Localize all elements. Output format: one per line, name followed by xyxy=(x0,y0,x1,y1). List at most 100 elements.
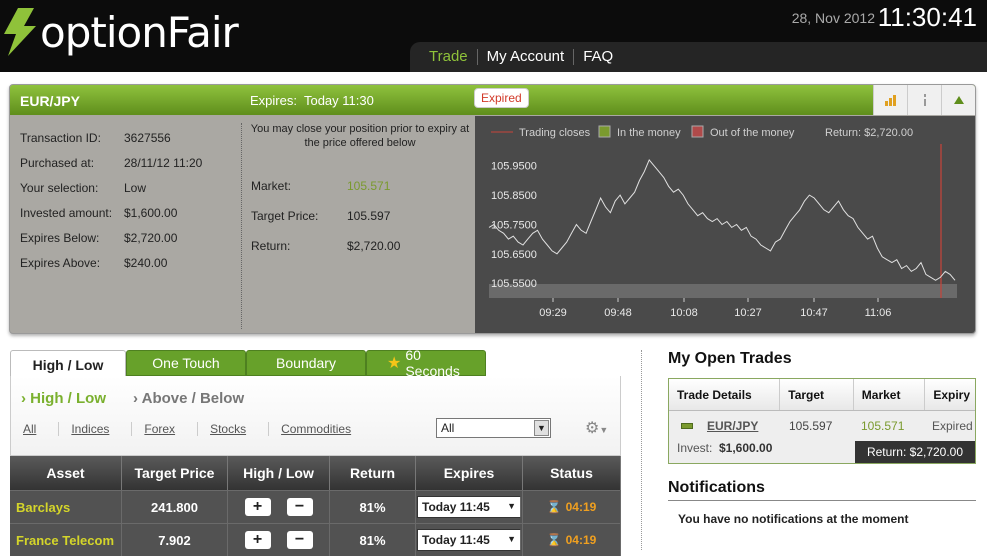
nav-my-account[interactable]: My Account xyxy=(478,49,575,65)
star-icon: ★ xyxy=(387,355,402,372)
detail-row: Expires Above: $240.00 xyxy=(20,255,168,270)
invest-value: $1,600.00 xyxy=(719,441,773,455)
market-tabs: High / Low One Touch Boundary ★ 60 Second… xyxy=(10,347,486,379)
divider xyxy=(668,500,976,501)
trade-panel: EUR/JPY Expires: Today 11:30 Expired Tra… xyxy=(9,84,976,334)
trade-panel-bar: EUR/JPY Expires: Today 11:30 Expired xyxy=(10,85,975,115)
expires-select[interactable]: Today 11:45 ▼ xyxy=(417,529,521,551)
open-trades-table: Trade Details Target Market Expiry EUR/J… xyxy=(668,378,976,464)
filter-forex[interactable]: Forex xyxy=(144,422,199,436)
status-cell: ⌛ 04:19 xyxy=(523,491,621,523)
target-price: 241.800 xyxy=(122,491,228,523)
filter-commodities[interactable]: Commodities xyxy=(281,422,373,436)
bolt-logo-icon xyxy=(4,8,36,56)
low-button[interactable]: − xyxy=(286,498,313,516)
legend-trading-closes: Trading closes xyxy=(519,127,591,139)
chart-bottom-band xyxy=(489,284,957,298)
y-tick-label: 105.9500 xyxy=(491,161,537,173)
open-trades-title: My Open Trades xyxy=(668,350,792,367)
header-clock: 11:30:41 xyxy=(877,2,977,32)
x-tick-label: 09:48 xyxy=(604,307,632,319)
price-series-line xyxy=(488,158,956,281)
filter-select[interactable]: All ▼ xyxy=(436,418,551,438)
target-row: Target Price: 105.597 xyxy=(251,209,391,223)
open-trade-target: 105.597 xyxy=(789,419,833,433)
legend-in-money-swatch xyxy=(598,125,611,138)
logo[interactable]: optionFair xyxy=(2,4,239,60)
asset-table: Asset Target Price High / Low Return Exp… xyxy=(10,456,621,556)
filter-stocks[interactable]: Stocks xyxy=(210,422,270,436)
expires-cell: Today 11:45 ▼ xyxy=(416,491,523,523)
trade-pair: EUR/JPY xyxy=(20,93,80,109)
filter-indices[interactable]: Indices xyxy=(71,422,133,436)
return-row: Return: $2,720.00 xyxy=(251,239,401,253)
detail-row: Expires Below: $2,720.00 xyxy=(20,230,178,245)
high-button[interactable]: + xyxy=(244,531,271,549)
x-tick-label: 10:47 xyxy=(800,307,828,319)
minus-icon[interactable] xyxy=(681,423,693,429)
table-header: Asset Target Price High / Low Return Exp… xyxy=(10,456,621,490)
collapse-icon[interactable] xyxy=(941,85,975,115)
subtab-high-low[interactable]: › High / Low xyxy=(21,390,106,407)
legend-out-money-swatch xyxy=(691,125,704,138)
price-chart-svg: Trading closes In the money Out of the mon… xyxy=(488,125,957,319)
detail-row: Transaction ID: 3627556 xyxy=(20,130,171,145)
tab-60-seconds[interactable]: ★ 60 Seconds xyxy=(366,347,486,379)
notifications-title: Notifications xyxy=(668,479,765,496)
x-tick-label: 11:06 xyxy=(865,307,892,319)
table-row[interactable]: Barclays 241.800 + − 81% Today 11:45 ▼ ⌛ 0… xyxy=(10,490,621,523)
detail-row: Your selection: Low xyxy=(20,180,147,195)
expires-select[interactable]: Today 11:45 ▼ xyxy=(417,496,521,518)
status-cell: ⌛ 04:19 xyxy=(523,524,621,556)
legend-in-money: In the money xyxy=(617,127,681,139)
view-toggles xyxy=(873,85,975,115)
low-button[interactable]: − xyxy=(286,531,313,549)
asset-filters: All Indices Forex Stocks Commodities xyxy=(23,422,385,436)
high-low-buttons: + − xyxy=(228,491,330,523)
open-trade-pair[interactable]: EUR/JPY xyxy=(707,419,758,433)
tab-high-low[interactable]: High / Low xyxy=(10,350,126,378)
table-row[interactable]: France Telecom 7.902 + − 81% Today 11:45… xyxy=(10,523,621,556)
chevron-right-icon: › xyxy=(133,390,138,407)
chart-view-icon[interactable] xyxy=(873,85,907,115)
tab-one-touch[interactable]: One Touch xyxy=(126,350,246,376)
target-price: 7.902 xyxy=(122,524,228,556)
tab-boundary[interactable]: Boundary xyxy=(246,350,366,376)
nav-faq[interactable]: FAQ xyxy=(574,49,622,65)
open-trades-header: Trade Details Target Market Expiry xyxy=(669,379,975,411)
trade-expires: Expires: Today 11:30 xyxy=(250,93,374,108)
chevron-down-icon: ▼ xyxy=(507,501,516,511)
notifications-message: You have no notifications at the moment xyxy=(678,512,909,526)
chevron-down-icon: ▼ xyxy=(534,420,549,436)
detail-row: Purchased at: 28/11/12 11:20 xyxy=(20,155,203,170)
nav-trade[interactable]: Trade xyxy=(420,49,478,65)
divider xyxy=(241,123,242,329)
open-trade-return: Return: $2,720.00 xyxy=(855,441,975,463)
asset-name: Barclays xyxy=(10,491,122,523)
status-badge: Expired xyxy=(474,88,529,108)
return-value: 81% xyxy=(330,491,416,523)
header-date: 28, Nov 2012 xyxy=(791,10,875,26)
filter-all[interactable]: All xyxy=(23,422,60,436)
x-tick-label: 09:29 xyxy=(539,307,567,319)
open-trade-expiry: Expired xyxy=(932,419,973,433)
trade-details: Transaction ID: 3627556 Purchased at: 28/1… xyxy=(20,125,202,275)
y-tick-label: 105.6500 xyxy=(491,249,537,261)
details-view-icon[interactable] xyxy=(907,85,941,115)
y-tick-label: 105.5500 xyxy=(491,278,537,290)
chevron-right-icon: › xyxy=(21,390,26,407)
subtabs-panel: › High / Low › Above / Below All Indices… xyxy=(10,376,621,456)
column-divider xyxy=(641,350,642,550)
open-trade-market: 105.571 xyxy=(861,419,905,433)
high-button[interactable]: + xyxy=(244,498,271,516)
high-low-buttons: + − xyxy=(228,524,330,556)
gear-icon[interactable]: ⚙▼ xyxy=(585,418,608,438)
chart-return-label: Return: $2,720.00 xyxy=(825,127,913,139)
price-chart: Trading closes In the money Out of the mon… xyxy=(475,116,975,333)
market-row: Market: 105.571 xyxy=(251,179,391,193)
legend-out-money: Out of the money xyxy=(710,127,795,139)
invest-label: Invest: xyxy=(677,441,713,455)
subtab-above-below[interactable]: › Above / Below xyxy=(133,390,244,407)
open-trade-row[interactable]: EUR/JPY Invest: $1,600.00 105.597 105.57… xyxy=(669,411,975,463)
y-tick-label: 105.8500 xyxy=(491,190,537,202)
